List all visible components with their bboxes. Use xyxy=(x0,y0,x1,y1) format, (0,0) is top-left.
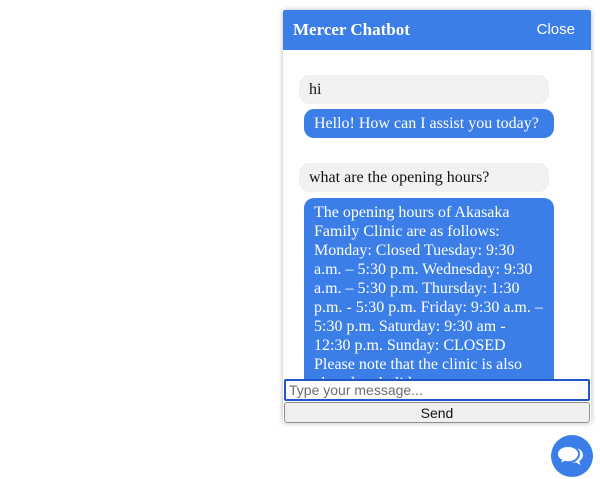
bot-message: Hello! How can I assist you today? xyxy=(304,109,554,138)
chat-launcher-button[interactable] xyxy=(551,435,593,477)
chat-header: Mercer Chatbot Close xyxy=(283,10,591,50)
close-button[interactable]: Close xyxy=(537,20,575,40)
send-button[interactable]: Send xyxy=(284,402,590,423)
message-list[interactable]: hi Hello! How can I assist you today? wh… xyxy=(283,50,591,389)
chat-title: Mercer Chatbot xyxy=(293,20,410,39)
composer: Send xyxy=(284,379,590,423)
user-message: what are the opening hours? xyxy=(299,163,549,192)
chat-window: Mercer Chatbot Close hi Hello! How can I… xyxy=(283,10,591,423)
user-message: hi xyxy=(299,75,549,104)
chat-bubbles-icon xyxy=(555,444,583,468)
bot-message: The opening hours of Akasaka Family Clin… xyxy=(304,198,554,389)
message-input[interactable] xyxy=(284,379,590,401)
